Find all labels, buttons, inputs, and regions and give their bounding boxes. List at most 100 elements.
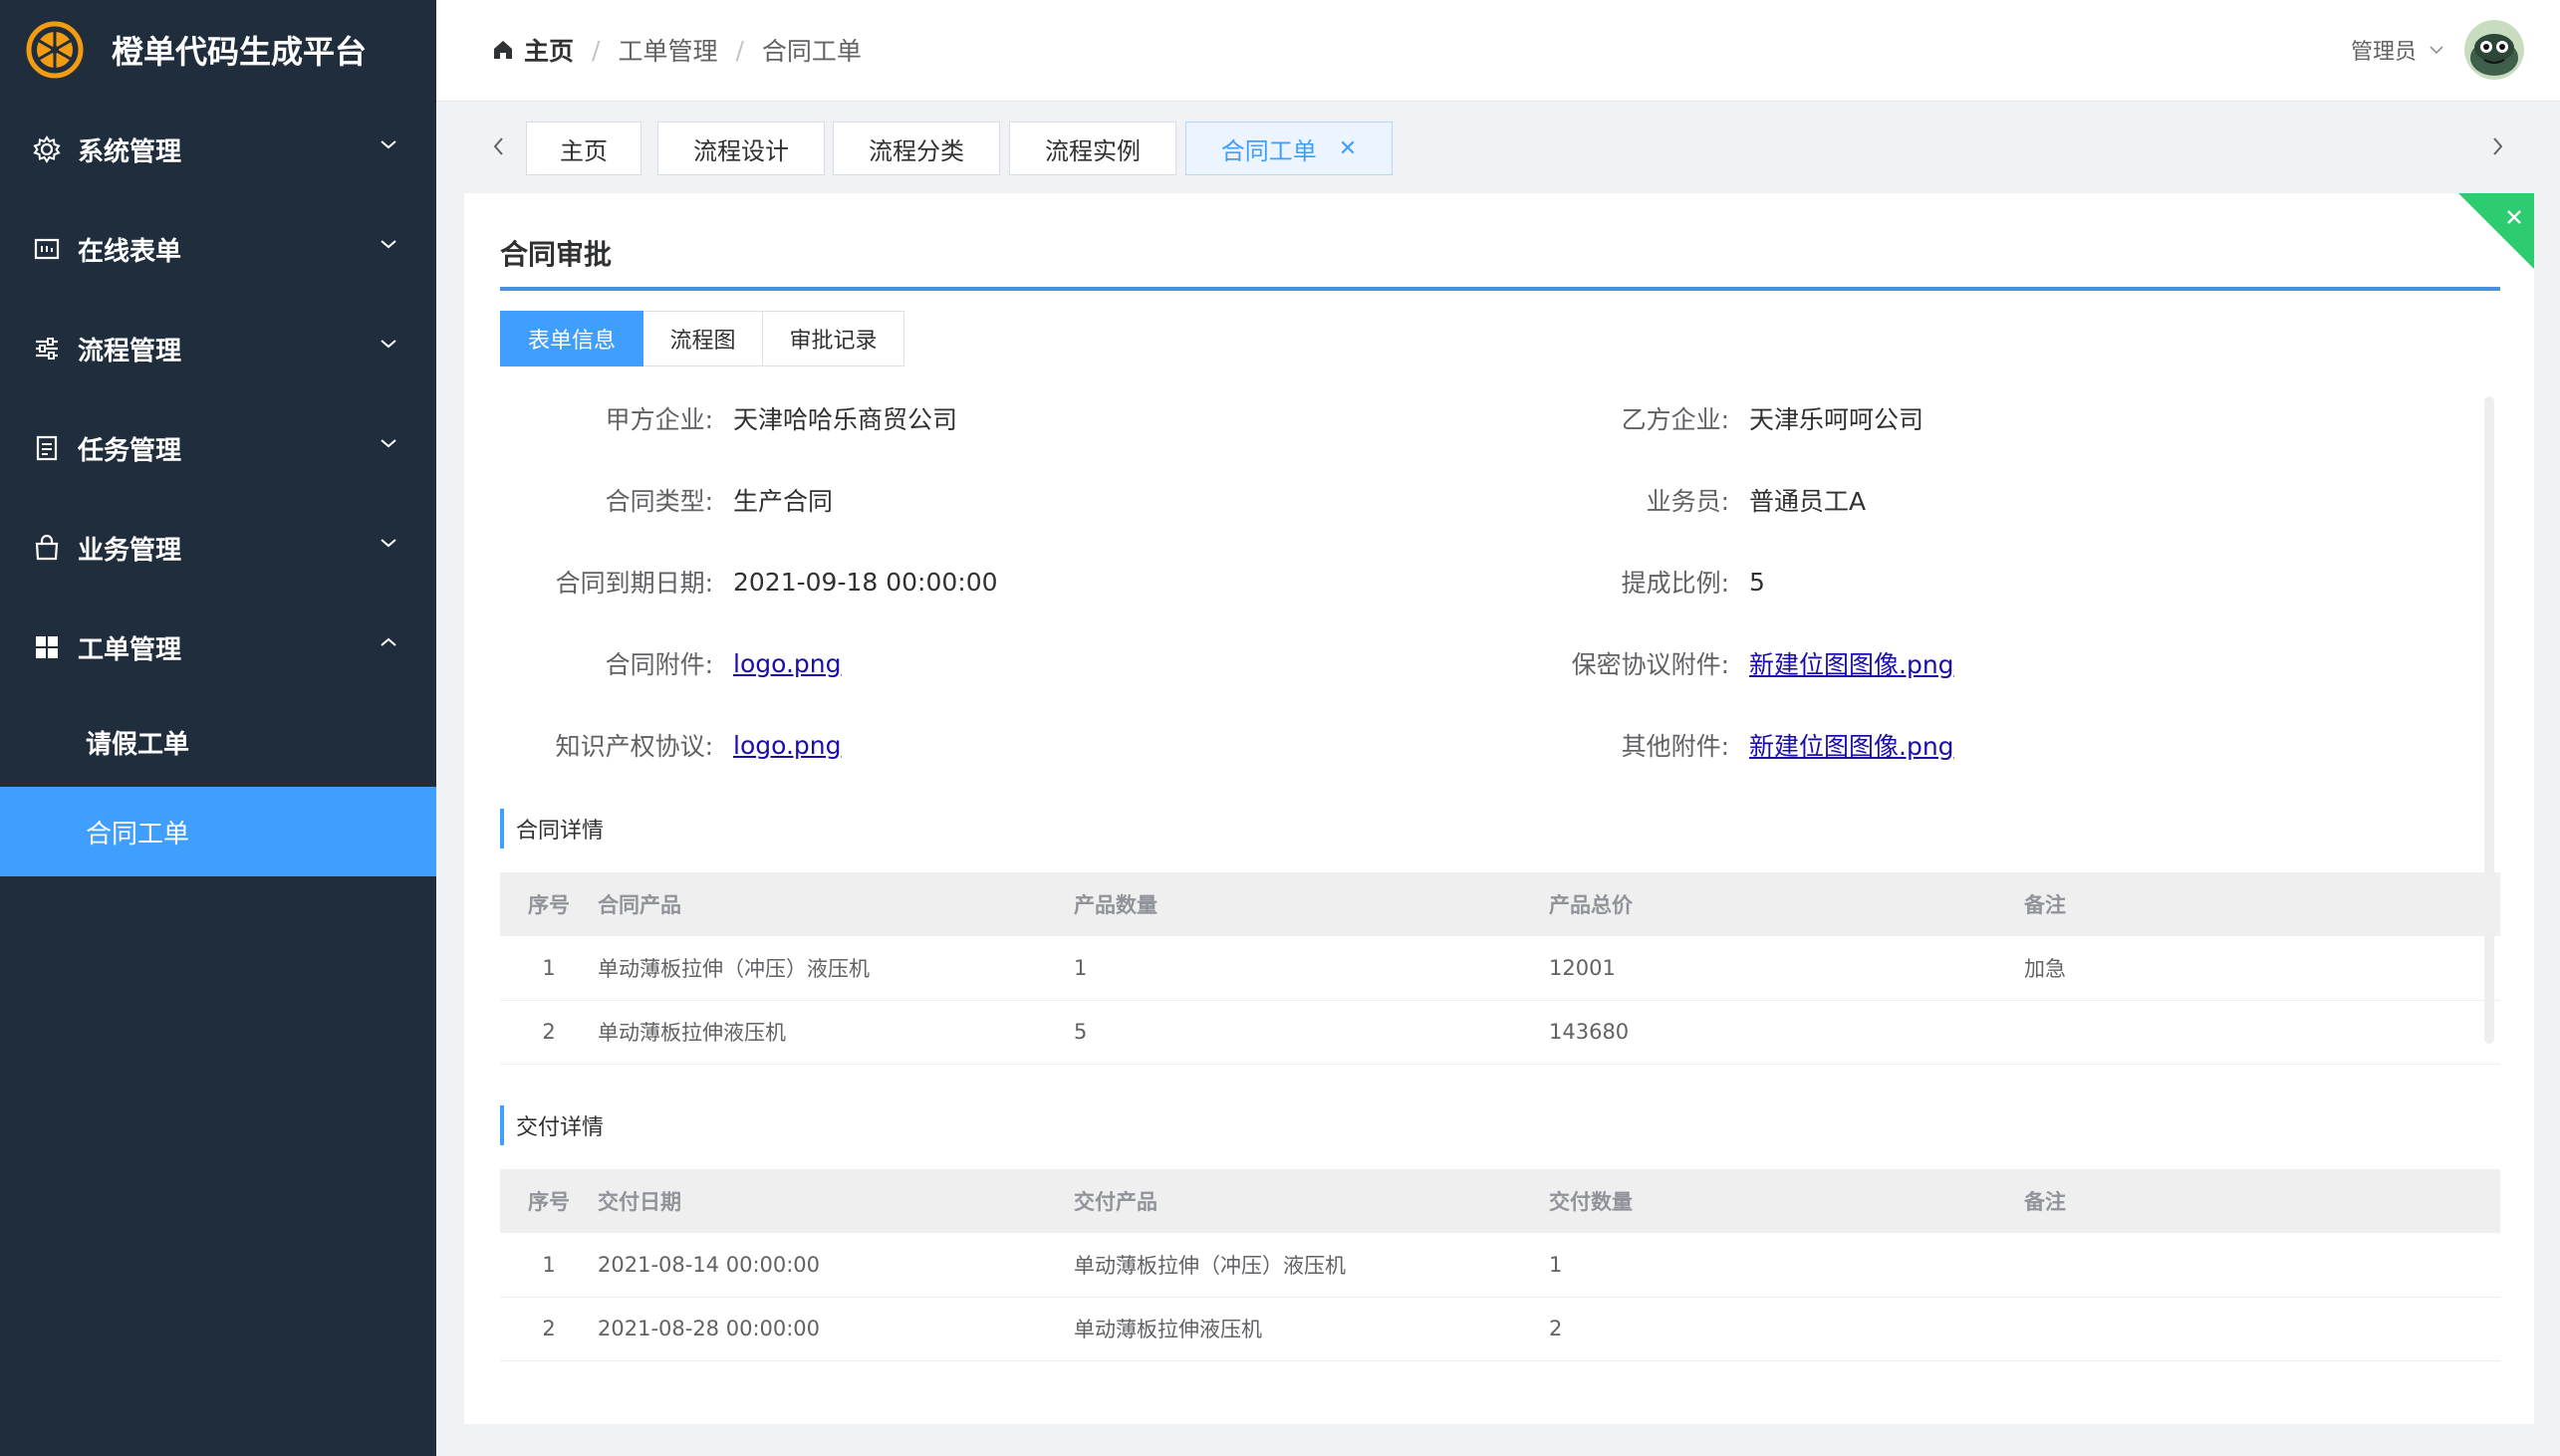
tag-home[interactable]: 主页 [526, 121, 641, 175]
field-commission: 提成比例: 5 [1516, 562, 1765, 602]
chevron-down-icon [2430, 46, 2443, 55]
field-nda-attachment: 保密协议附件: 新建位图图像.png [1516, 643, 1954, 683]
sidebar: 橙单代码生成平台 系统管理 在线表单 流程管理 任务管理 业务管理 工单管理 请… [0, 0, 436, 1456]
menu-task[interactable]: 任务管理 [0, 398, 436, 498]
gear-icon [32, 134, 62, 164]
col-header: 序号 [500, 1169, 598, 1233]
close-corner-icon[interactable] [2458, 193, 2534, 269]
ip-agreement-link[interactable]: logo.png [733, 731, 842, 760]
table-cell: 2 [500, 1000, 598, 1065]
table-cell: 5 [1074, 1000, 1549, 1065]
field-expire-date: 合同到期日期: 2021-09-18 00:00:00 [500, 562, 998, 602]
contract-table: 序号 合同产品 产品数量 产品总价 备注 1 单动薄板拉伸（冲压）液压机 1 1… [500, 872, 2500, 1065]
close-icon[interactable]: ✕ [1339, 136, 1357, 161]
field-ip-agreement: 知识产权协议: logo.png [500, 725, 842, 765]
chevron-down-icon [381, 340, 396, 349]
table-cell: 1 [1074, 936, 1549, 1001]
ip-agreement-label: 知识产权协议: [555, 732, 713, 761]
table-cell: 单动薄板拉伸（冲压）液压机 [1074, 1233, 1549, 1298]
party-a-value: 天津哈哈乐商贸公司 [733, 405, 958, 434]
col-header: 备注 [2024, 1169, 2500, 1233]
table-cell: 143680 [1549, 1000, 2024, 1065]
col-header: 交付产品 [1074, 1169, 1549, 1233]
commission-label: 提成比例: [1621, 569, 1729, 598]
breadcrumb-workorder[interactable]: 工单管理 [618, 32, 717, 68]
tags-bar: 主页 流程设计 流程分类 流程实例 合同工单 ✕ [436, 102, 2560, 193]
tag-flow-instance[interactable]: 流程实例 [1009, 121, 1176, 175]
nda-attachment-link[interactable]: 新建位图图像.png [1749, 645, 1954, 681]
logo[interactable]: 橙单代码生成平台 [0, 0, 436, 100]
nda-attachment-label: 保密协议附件: [1571, 650, 1729, 679]
table-cell: 1 [500, 1233, 598, 1298]
chevron-down-icon [381, 240, 396, 249]
table-row: 2 2021-08-28 00:00:00 单动薄板拉伸液压机 2 [500, 1297, 2500, 1361]
tags-scroll-right[interactable] [2486, 131, 2510, 161]
table-header-row: 序号 合同产品 产品数量 产品总价 备注 [500, 872, 2500, 936]
delivery-table: 序号 交付日期 交付产品 交付数量 备注 1 2021-08-14 00:00:… [500, 1169, 2500, 1361]
field-party-a: 甲方企业: 天津哈哈乐商贸公司 [500, 398, 957, 438]
table-cell: 12001 [1549, 936, 2024, 1001]
field-other-attachment: 其他附件: 新建位图图像.png [1516, 725, 1954, 765]
document-icon [32, 433, 62, 463]
menu-task-label: 任务管理 [78, 435, 182, 466]
salesperson-value: 普通员工A [1749, 487, 1867, 516]
bag-icon [32, 533, 62, 563]
field-party-b: 乙方企业: 天津乐呵呵公司 [1516, 398, 1923, 438]
contract-attachment-link[interactable]: logo.png [733, 649, 842, 678]
table-cell: 2021-08-14 00:00:00 [598, 1233, 1074, 1298]
chevron-down-icon [381, 140, 396, 149]
col-header: 交付数量 [1549, 1169, 2024, 1233]
tab-form-info[interactable]: 表单信息 [500, 311, 643, 366]
tab-approval-record[interactable]: 审批记录 [763, 311, 904, 366]
table-cell: 加急 [2024, 936, 2500, 1001]
tags-scroll-left[interactable] [486, 131, 510, 161]
party-b-value: 天津乐呵呵公司 [1749, 405, 1924, 434]
app-title: 橙单代码生成平台 [112, 33, 368, 71]
table-cell: 1 [1549, 1233, 2024, 1298]
contract-details-title: 合同详情 [500, 809, 604, 849]
chevron-down-icon [381, 539, 396, 548]
sliders-icon [32, 334, 62, 364]
expire-date-label: 合同到期日期: [555, 569, 713, 598]
breadcrumb-home[interactable]: 主页 [492, 32, 574, 68]
menu-flow-label: 流程管理 [78, 336, 182, 366]
table-cell: 2021-08-28 00:00:00 [598, 1297, 1074, 1361]
tag-flow-category[interactable]: 流程分类 [833, 121, 1000, 175]
tag-flow-design[interactable]: 流程设计 [657, 121, 825, 175]
menu-online-form[interactable]: 在线表单 [0, 199, 436, 299]
table-cell [2024, 1000, 2500, 1065]
table-row: 1 2021-08-14 00:00:00 单动薄板拉伸（冲压）液压机 1 [500, 1233, 2500, 1298]
table-cell: 2 [1549, 1297, 2024, 1361]
menu-business-label: 业务管理 [78, 535, 182, 566]
header: 主页 / 工单管理 / 合同工单 管理员 [436, 0, 2560, 102]
breadcrumb-home-label: 主页 [524, 37, 575, 66]
col-header: 产品数量 [1074, 872, 1549, 936]
submenu-contract-order[interactable]: 合同工单 [0, 787, 436, 876]
field-contract-type: 合同类型: 生产合同 [500, 480, 833, 520]
menu-online-form-label: 在线表单 [78, 236, 182, 267]
delivery-details-title: 交付详情 [500, 1105, 604, 1145]
menu-business[interactable]: 业务管理 [0, 498, 436, 598]
chevron-right-icon [2493, 137, 2503, 155]
tag-contract-order-label: 合同工单 [1220, 136, 1317, 165]
menu-system[interactable]: 系统管理 [0, 100, 436, 199]
table-cell: 1 [500, 936, 598, 1001]
table-cell: 单动薄板拉伸液压机 [1074, 1297, 1549, 1361]
table-cell [2024, 1233, 2500, 1298]
submenu-leave-order[interactable]: 请假工单 [0, 697, 436, 787]
menu-flow[interactable]: 流程管理 [0, 299, 436, 398]
avatar[interactable] [2464, 20, 2524, 80]
other-attachment-label: 其他附件: [1621, 732, 1729, 761]
home-icon [494, 41, 512, 59]
chevron-down-icon [381, 439, 396, 448]
tab-flow-chart[interactable]: 流程图 [643, 311, 763, 366]
user-menu[interactable]: 管理员 [2351, 20, 2524, 80]
other-attachment-link[interactable]: 新建位图图像.png [1749, 727, 1954, 763]
col-header: 产品总价 [1549, 872, 2024, 936]
commission-value: 5 [1749, 567, 1765, 597]
chevron-up-icon [381, 637, 396, 646]
breadcrumb: 主页 / 工单管理 / 合同工单 [492, 32, 862, 68]
menu-workorder[interactable]: 工单管理 [0, 598, 436, 697]
tag-contract-order[interactable]: 合同工单 ✕ [1185, 121, 1393, 175]
field-salesperson: 业务员: 普通员工A [1516, 480, 1867, 520]
